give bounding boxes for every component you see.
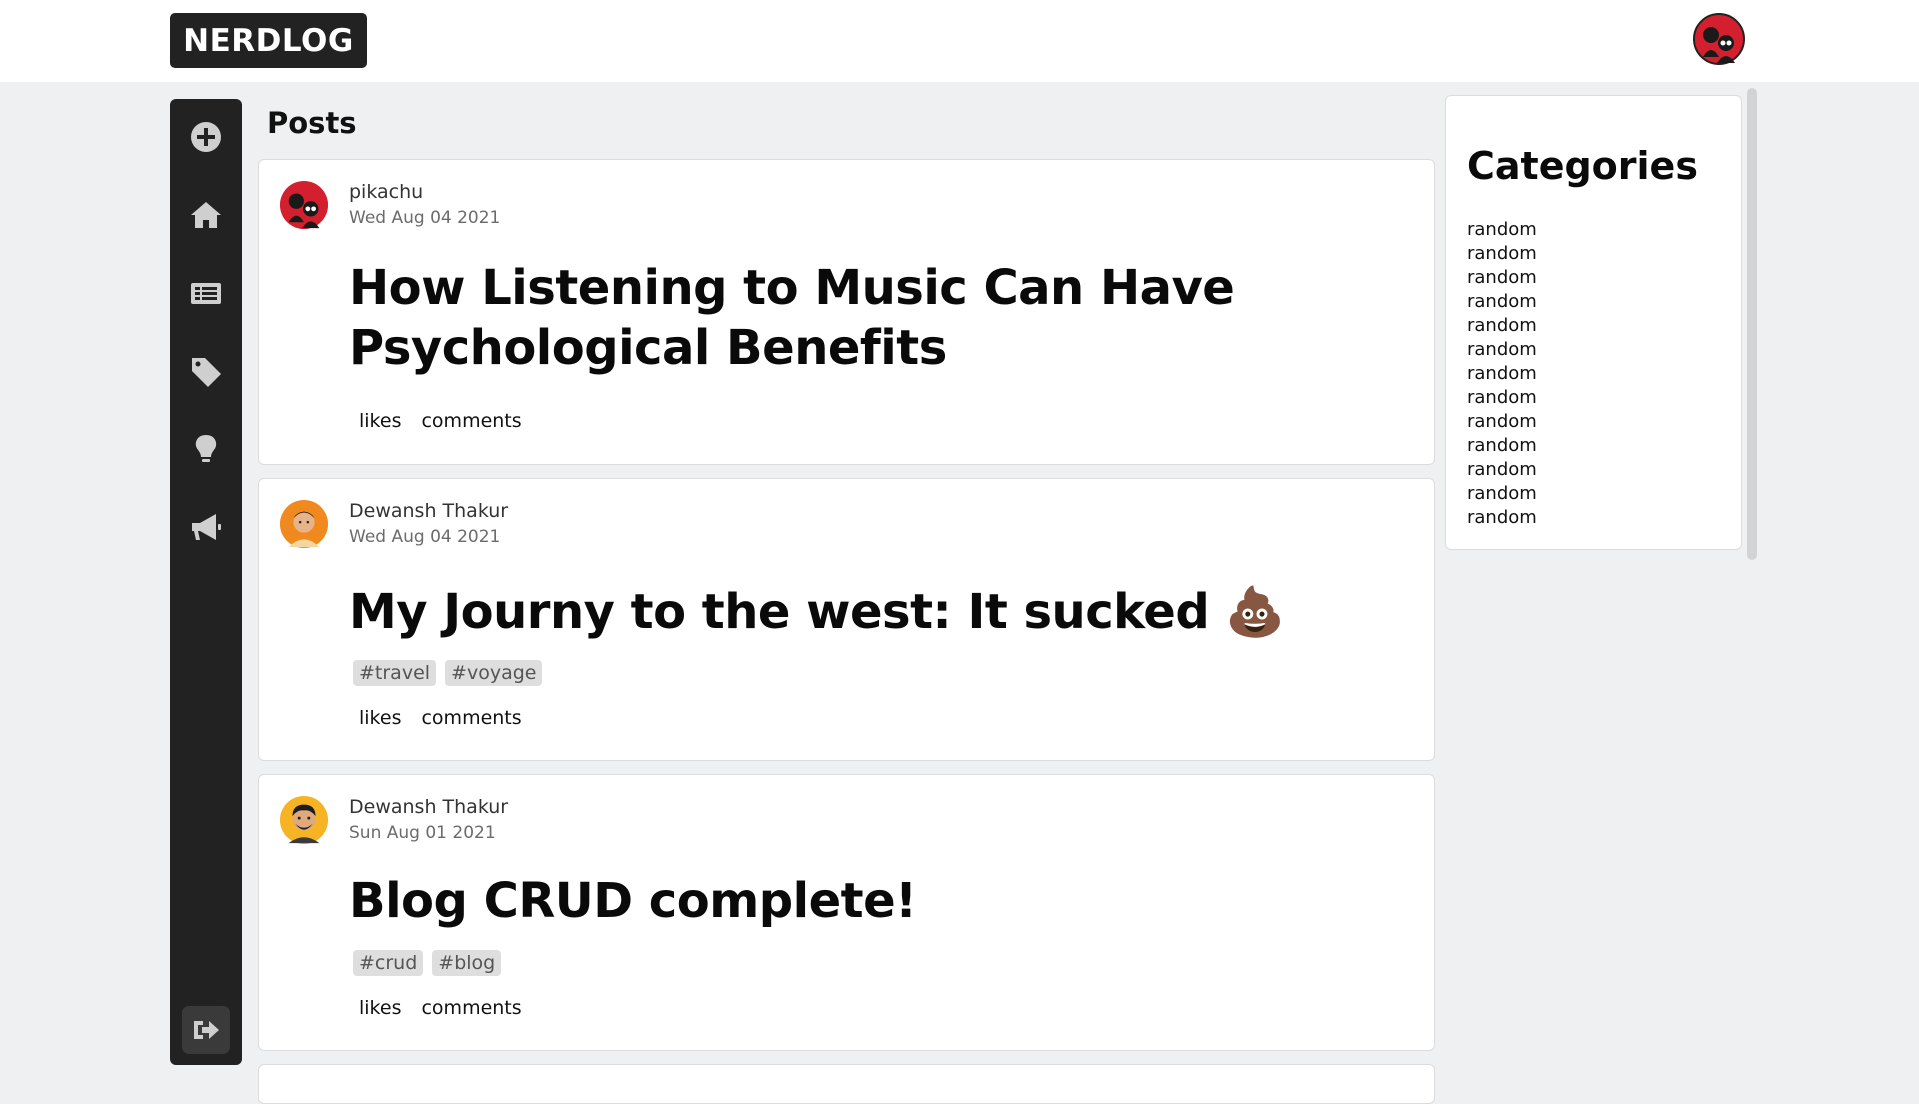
post-card[interactable]: Dewansh Thakur Sun Aug 01 2021 Blog CRUD… (258, 774, 1435, 1051)
likes-button[interactable]: likes (359, 410, 401, 432)
category-item[interactable]: random (1467, 386, 1537, 410)
categories-panel: Categories random random random random r… (1445, 95, 1742, 550)
tag-icon[interactable] (186, 351, 226, 391)
comments-button[interactable]: comments (421, 997, 521, 1019)
tag-chip[interactable]: #travel (353, 660, 437, 686)
nerdlog-logo[interactable]: NERDLOG (170, 13, 367, 68)
user-avatar[interactable] (1693, 13, 1745, 65)
list-icon[interactable] (186, 273, 226, 313)
author-avatar[interactable] (279, 180, 329, 230)
top-bar: NERDLOG (0, 0, 1919, 82)
tag-chip[interactable]: #blog (432, 950, 502, 976)
post-title[interactable]: How Listening to Music Can Have Psycholo… (349, 258, 1235, 378)
category-item[interactable]: random (1467, 290, 1537, 314)
page-title: Posts (267, 106, 357, 140)
tag-chip[interactable]: #voyage (445, 660, 543, 686)
categories-heading: Categories (1467, 144, 1698, 188)
category-item[interactable]: random (1467, 314, 1537, 338)
category-item[interactable]: random (1467, 410, 1537, 434)
comments-button[interactable]: comments (421, 410, 521, 432)
comments-button[interactable]: comments (421, 707, 521, 729)
post-author[interactable]: Dewansh Thakur (349, 796, 508, 818)
category-item[interactable]: random (1467, 482, 1537, 506)
author-avatar[interactable] (279, 499, 329, 549)
category-item[interactable]: random (1467, 266, 1537, 290)
post-card[interactable] (258, 1064, 1435, 1104)
category-item[interactable]: random (1467, 506, 1537, 530)
author-avatar[interactable] (279, 795, 329, 845)
category-item[interactable]: random (1467, 242, 1537, 266)
plus-circle-icon[interactable] (186, 117, 226, 157)
category-item[interactable]: random (1467, 218, 1537, 242)
post-title[interactable]: Blog CRUD complete! (349, 871, 917, 931)
categories-list: random random random random random rando… (1467, 218, 1537, 530)
lightbulb-icon[interactable] (186, 429, 226, 469)
tag-chip[interactable]: #crud (353, 950, 424, 976)
category-item[interactable]: random (1467, 362, 1537, 386)
home-icon[interactable] (186, 195, 226, 235)
post-card[interactable]: Dewansh Thakur Wed Aug 04 2021 My Journy… (258, 478, 1435, 761)
post-author[interactable]: pikachu (349, 181, 423, 203)
post-title[interactable]: My Journy to the west: It sucked 💩 (349, 582, 1285, 642)
category-item[interactable]: random (1467, 458, 1537, 482)
post-date: Wed Aug 04 2021 (349, 208, 501, 228)
category-item[interactable]: random (1467, 338, 1537, 362)
post-author[interactable]: Dewansh Thakur (349, 500, 508, 522)
logout-icon (194, 1021, 219, 1039)
category-item[interactable]: random (1467, 434, 1537, 458)
likes-button[interactable]: likes (359, 707, 401, 729)
post-card[interactable]: pikachu Wed Aug 04 2021 How Listening to… (258, 159, 1435, 465)
sidebar-nav (170, 99, 242, 1065)
categories-scrollbar[interactable] (1747, 88, 1757, 560)
post-date: Wed Aug 04 2021 (349, 527, 501, 547)
megaphone-icon[interactable] (186, 507, 226, 547)
logout-button[interactable] (182, 1006, 230, 1054)
likes-button[interactable]: likes (359, 997, 401, 1019)
post-date: Sun Aug 01 2021 (349, 823, 496, 843)
